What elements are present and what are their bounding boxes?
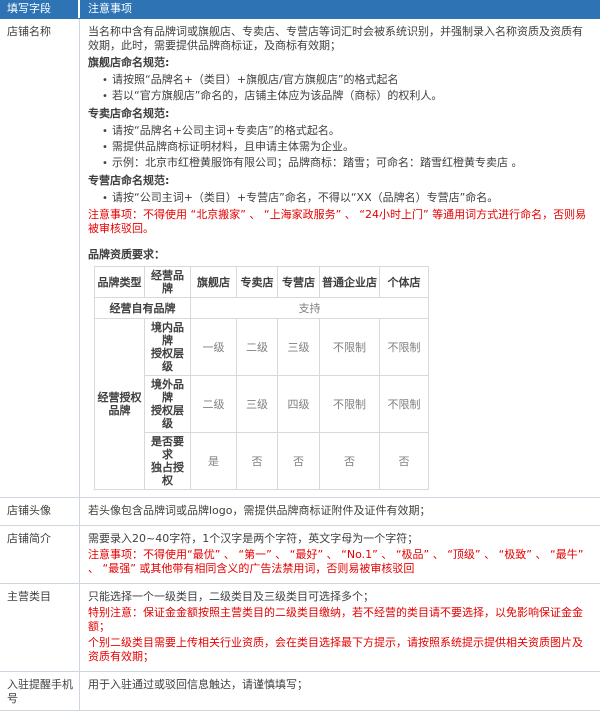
- label-line: 境外品牌: [146, 378, 189, 404]
- row-shop-avatar: 店铺头像 若头像包含品牌词或品牌logo，需提供品牌商标证附件及证件有效期；: [0, 498, 600, 526]
- row-shop-name: 店铺名称 当名称中含有品牌词或旗舰店、专卖店、专营店等词汇时会被系统识别，并强制…: [0, 19, 600, 498]
- franchise-store-naming-heading: 专营店命名规范:: [88, 174, 590, 188]
- main-category-qualification-note: 个别二级类目需要上传相关行业资质，会在类目选择最下方提示，请按照系统提示提供相关…: [88, 636, 590, 664]
- merchant-onboarding-guide-table: 填写字段 注意事项 店铺名称 当名称中含有品牌词或旗舰店、专卖店、专营店等词汇时…: [0, 0, 600, 711]
- main-category-deposit-note: 特别注意：保证金金额按照主营类目的二级类目缴纳，若不经营的类目请不要选择，以免影…: [88, 606, 590, 634]
- overseas-auth-label: 境外品牌 授权层级: [145, 376, 191, 433]
- flagship-naming-heading: 旗舰店命名规范:: [88, 56, 590, 70]
- table-cell: 三级: [278, 319, 320, 376]
- brand-table-header-row: 品牌类型 经营品牌 旗舰店 专卖店 专营店 普通企业店 个体店: [95, 267, 429, 298]
- table-cell: 否: [320, 433, 380, 490]
- brand-table-header-cell: 经营品牌: [145, 267, 191, 298]
- brand-table-header-cell: 品牌类型: [95, 267, 145, 298]
- table-cell: 不限制: [380, 376, 429, 433]
- brand-table-header-cell: 旗舰店: [191, 267, 237, 298]
- label-line: 授权层级: [146, 404, 189, 430]
- table-cell: 一级: [191, 319, 237, 376]
- overseas-auth-row: 境外品牌 授权层级 二级 三级 四级 不限制 不限制: [95, 376, 429, 433]
- table-cell: 二级: [237, 319, 278, 376]
- brand-table-header-cell: 个体店: [380, 267, 429, 298]
- brand-qualification-title: 品牌资质要求：: [88, 248, 590, 262]
- table-cell: 是: [191, 433, 237, 490]
- field-label-main-category: 主营类目: [0, 584, 80, 671]
- label-line: 是否要求: [146, 435, 189, 461]
- table-header-row: 填写字段 注意事项: [0, 0, 600, 19]
- table-cell: 否: [380, 433, 429, 490]
- list-item: 请按“公司主词+（类目）+专营店”命名，不得以“XX（品牌名）专营店”命名。: [102, 190, 590, 206]
- shop-avatar-notes: 若头像包含品牌词或品牌logo，需提供品牌商标证附件及证件有效期；: [80, 498, 600, 525]
- label-line: 授权层级: [146, 347, 189, 373]
- row-main-category: 主营类目 只能选择一个一级类目，二级类目及三级类目可选择多个； 特别注意：保证金…: [0, 584, 600, 672]
- table-cell: 不限制: [320, 319, 380, 376]
- self-brand-value: 支持: [191, 298, 429, 319]
- field-label-shop-intro: 店铺简介: [0, 526, 80, 583]
- table-cell: 不限制: [380, 319, 429, 376]
- field-label-shop-name: 店铺名称: [0, 19, 80, 497]
- self-brand-row: 经营自有品牌 支持: [95, 298, 429, 319]
- main-category-text: 只能选择一个一级类目，二级类目及三级类目可选择多个；: [88, 590, 590, 604]
- authorized-brand-label-line2: 品牌: [96, 404, 143, 417]
- table-cell: 四级: [278, 376, 320, 433]
- list-item: 示例：北京市红橙黄服饰有限公司；品牌商标：踏雪；可命名：踏雪红橙黄专卖店 。: [102, 155, 590, 171]
- table-cell: 三级: [237, 376, 278, 433]
- shop-avatar-text: 若头像包含品牌词或品牌logo，需提供品牌商标证附件及证件有效期；: [88, 504, 590, 518]
- column-header-field: 填写字段: [0, 0, 80, 18]
- row-shop-intro: 店铺简介 需要录入20~40字符，1个汉字是两个字符，英文字母为一个字符； 注意…: [0, 526, 600, 584]
- exclusive-license-row: 是否要求 独占授权 是 否 否 否 否: [95, 433, 429, 490]
- brand-table-header-cell: 普通企业店: [320, 267, 380, 298]
- brand-table-header-cell: 专卖店: [237, 267, 278, 298]
- list-item: 请按照“品牌名+（类目）+旗舰店/官方旗舰店”的格式起名: [102, 72, 590, 88]
- table-cell: 不限制: [320, 376, 380, 433]
- column-header-notes: 注意事项: [80, 0, 600, 18]
- label-line: 境内品牌: [146, 321, 189, 347]
- field-label-shop-avatar: 店铺头像: [0, 498, 80, 525]
- main-category-notes: 只能选择一个一级类目，二级类目及三级类目可选择多个； 特别注意：保证金金额按照主…: [80, 584, 600, 671]
- domestic-auth-row: 经营授权 品牌 境内品牌 授权层级 一级 二级 三级 不限制 不限制: [95, 319, 429, 376]
- shop-name-intro: 当名称中含有品牌词或旗舰店、专卖店、专营店等词汇时会被系统识别，并强制录入名称资…: [88, 25, 590, 53]
- authorized-brand-label: 经营授权 品牌: [95, 319, 145, 490]
- table-cell: 否: [278, 433, 320, 490]
- shop-name-notes: 当名称中含有品牌词或旗舰店、专卖店、专营店等词汇时会被系统识别，并强制录入名称资…: [80, 19, 600, 497]
- list-item: 需提供品牌商标证明材料，且申请主体需为企业。: [102, 139, 590, 155]
- table-cell: 二级: [191, 376, 237, 433]
- field-label-reminder-phone: 入驻提醒手机号: [0, 672, 80, 710]
- reminder-phone-notes: 用于入驻通过或驳回信息触达，请谨慎填写；: [80, 672, 600, 710]
- domestic-auth-label: 境内品牌 授权层级: [145, 319, 191, 376]
- label-line: 独占授权: [146, 461, 189, 487]
- self-brand-label: 经营自有品牌: [95, 298, 191, 319]
- authorized-brand-label-line1: 经营授权: [96, 391, 143, 404]
- shop-intro-text: 需要录入20~40字符，1个汉字是两个字符，英文字母为一个字符；: [88, 532, 590, 546]
- list-item: 请按“品牌名+公司主词+专卖店”的格式起名。: [102, 123, 590, 139]
- flagship-naming-list: 请按照“品牌名+（类目）+旗舰店/官方旗舰店”的格式起名 若以“官方旗舰店”命名…: [88, 72, 590, 104]
- exclusive-license-label: 是否要求 独占授权: [145, 433, 191, 490]
- exclusive-store-naming-heading: 专卖店命名规范:: [88, 107, 590, 121]
- naming-warning-note: 注意事项：不得使用 “北京搬家” 、 “上海家政服务” 、 “24小时上门” 等…: [88, 208, 590, 236]
- reminder-phone-text: 用于入驻通过或驳回信息触达，请谨慎填写；: [88, 678, 590, 692]
- brand-table-header-cell: 专营店: [278, 267, 320, 298]
- table-cell: 否: [237, 433, 278, 490]
- shop-intro-warning-note: 注意事项：不得使用“最优” 、 “第一” 、 “最好” 、 “No.1” 、 “…: [88, 548, 590, 576]
- list-item: 若以“官方旗舰店”命名的，店铺主体应为该品牌（商标）的权利人。: [102, 88, 590, 104]
- row-reminder-phone: 入驻提醒手机号 用于入驻通过或驳回信息触达，请谨慎填写；: [0, 672, 600, 711]
- franchise-store-naming-list: 请按“公司主词+（类目）+专营店”命名，不得以“XX（品牌名）专营店”命名。: [88, 190, 590, 206]
- shop-intro-notes: 需要录入20~40字符，1个汉字是两个字符，英文字母为一个字符； 注意事项：不得…: [80, 526, 600, 583]
- exclusive-store-naming-list: 请按“品牌名+公司主词+专卖店”的格式起名。 需提供品牌商标证明材料，且申请主体…: [88, 123, 590, 171]
- brand-qualification-table: 品牌类型 经营品牌 旗舰店 专卖店 专营店 普通企业店 个体店 经营自有品牌 支…: [94, 266, 429, 490]
